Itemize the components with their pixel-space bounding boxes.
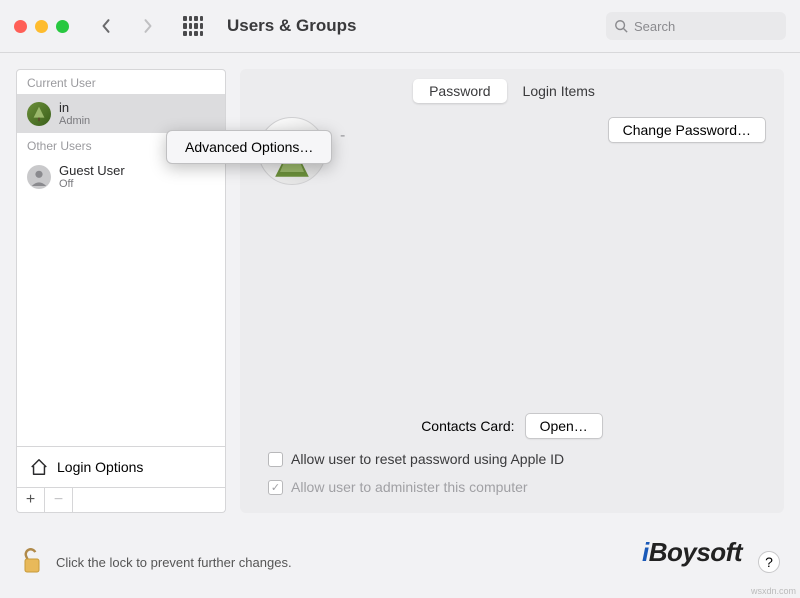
add-remove-bar: + − [16, 488, 226, 513]
user-name: Guest User [59, 163, 125, 178]
profile-name-placeholder: - [340, 127, 345, 145]
avatar-icon [27, 165, 51, 189]
user-meta: Guest User Off [59, 163, 125, 190]
content-area: Current User in Admin Other Users Guest … [0, 53, 800, 513]
allow-reset-label: Allow user to reset password using Apple… [291, 451, 564, 467]
lock-icon[interactable] [20, 545, 44, 580]
lock-hint-text: Click the lock to prevent further change… [56, 555, 292, 570]
window-controls [14, 20, 69, 33]
login-options-label: Login Options [57, 459, 143, 475]
house-icon [29, 457, 49, 477]
allow-reset-checkbox-row[interactable]: Allow user to reset password using Apple… [258, 451, 766, 467]
close-window-button[interactable] [14, 20, 27, 33]
contacts-card-row: Contacts Card: Open… [258, 413, 766, 439]
brand-logo: iBoysoft [642, 537, 742, 568]
user-meta: in Admin [59, 100, 90, 127]
window-title: Users & Groups [227, 16, 356, 36]
user-role: Off [59, 178, 125, 190]
contacts-card-label: Contacts Card: [421, 418, 514, 434]
allow-admin-label: Allow user to administer this computer [291, 479, 528, 495]
lower-options: Contacts Card: Open… Allow user to reset… [258, 413, 766, 495]
remove-user-button[interactable]: − [45, 488, 73, 512]
user-list: Current User in Admin Other Users Guest … [16, 69, 226, 447]
login-options-button[interactable]: Login Options [16, 447, 226, 488]
brand-rest: Boysoft [649, 537, 742, 567]
checkbox-icon [268, 480, 283, 495]
current-user-section-label: Current User [17, 70, 225, 94]
context-menu-advanced-options[interactable]: Advanced Options… [167, 135, 331, 159]
user-name: in [59, 100, 90, 115]
change-password-button[interactable]: Change Password… [608, 117, 766, 143]
checkbox-icon[interactable] [268, 452, 283, 467]
minimize-window-button[interactable] [35, 20, 48, 33]
tab-bar: Password Login Items [258, 79, 766, 103]
brand-i: i [642, 537, 649, 567]
sidebar-item-current-user[interactable]: in Admin [17, 94, 225, 133]
titlebar: Users & Groups Search [0, 0, 800, 52]
context-menu: Advanced Options… [166, 130, 332, 164]
profile-row: - Change Password… [258, 117, 766, 185]
watermark: wsxdn.com [751, 586, 796, 596]
search-icon [614, 19, 628, 33]
avatar-icon [27, 102, 51, 126]
open-contacts-button[interactable]: Open… [525, 413, 603, 439]
tab-login-items[interactable]: Login Items [507, 79, 611, 103]
forward-button[interactable] [133, 11, 163, 41]
back-button[interactable] [91, 11, 121, 41]
help-button[interactable]: ? [758, 551, 780, 573]
show-all-icon[interactable] [183, 16, 203, 36]
user-role: Admin [59, 115, 90, 127]
allow-admin-checkbox-row: Allow user to administer this computer [258, 479, 766, 495]
tab-password[interactable]: Password [413, 79, 506, 103]
search-input[interactable]: Search [606, 12, 786, 40]
footer: Click the lock to prevent further change… [0, 534, 800, 590]
zoom-window-button[interactable] [56, 20, 69, 33]
add-user-button[interactable]: + [17, 488, 45, 512]
search-placeholder: Search [634, 19, 675, 34]
